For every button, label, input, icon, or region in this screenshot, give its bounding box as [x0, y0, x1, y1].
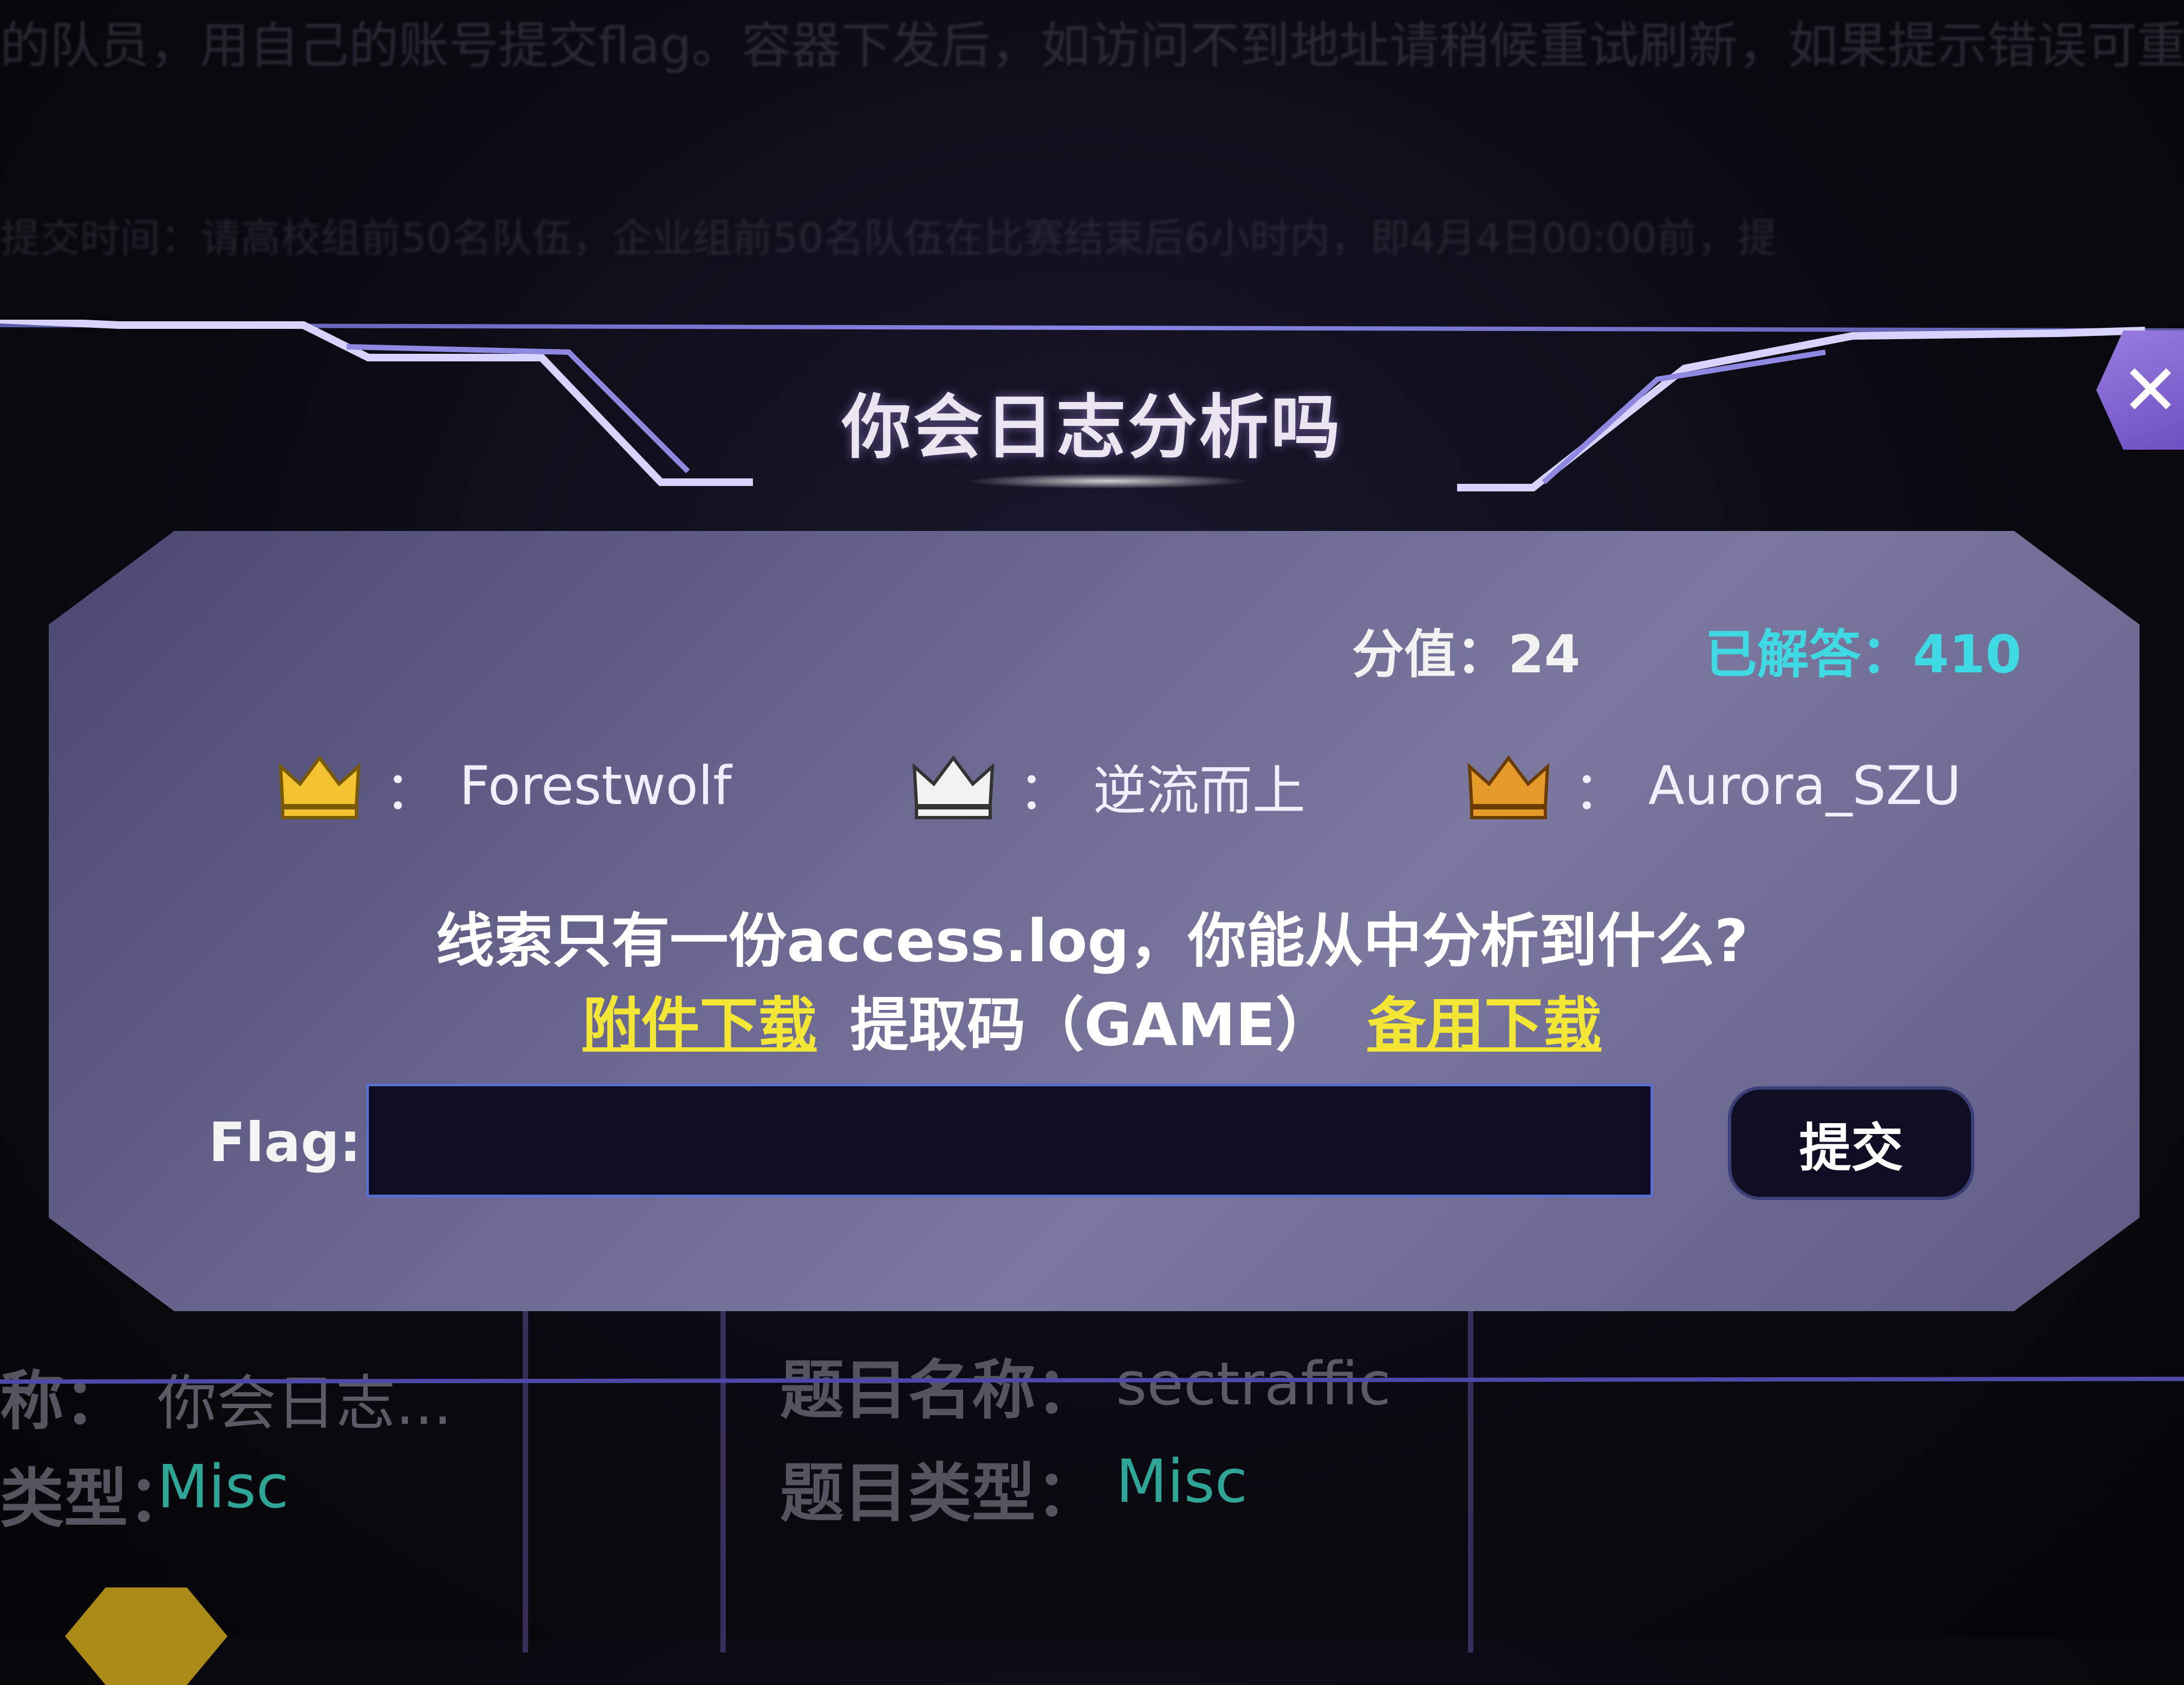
card1-type-value: Misc — [157, 1452, 289, 1521]
challenge-modal: 你会日志分析吗 ✕ 分值：24 已解答：410 ： Forestwolf ： 逆… — [0, 320, 2184, 1392]
backup-download-link[interactable]: 备用下载 — [1367, 991, 1601, 1059]
flag-input[interactable] — [366, 1084, 1653, 1197]
modal-title: 你会日志分析吗 — [841, 387, 1342, 468]
download-links: 附件下载 提取码（GAME） 备用下载 — [0, 978, 2184, 1062]
rank-separator: ： — [1574, 760, 1627, 822]
rank-third: ： Aurora_SZU — [1465, 748, 1961, 825]
submit-button[interactable]: 提交 — [1728, 1086, 1974, 1200]
background-notice-text: 的队员，用自己的账号提交flag。容器下发后，如访问不到地址请稍候重试刷新，如果… — [0, 17, 2184, 75]
background-time-text: 提交时间：请高校组前50名队伍，企业组前50名队伍在比赛结束后6小时内，即4月4… — [0, 215, 1777, 262]
rank-first: ： Forestwolf — [276, 748, 732, 825]
card2-type-value: Misc — [1116, 1447, 1248, 1516]
rank-separator: ： — [1018, 760, 1072, 822]
score-text: 分值：24 — [1352, 624, 1581, 685]
challenge-stats: 分值：24 已解答：410 — [1352, 612, 2021, 688]
flag-label: Flag: — [209, 1111, 361, 1174]
bronze-crown-icon — [1467, 755, 1550, 819]
challenge-description: 线索只有一份access.log，你能从中分析到什么? — [435, 908, 1748, 975]
rank-first-name: Forestwolf — [459, 755, 732, 817]
rank-separator: ： — [385, 760, 438, 822]
gold-crown-icon — [278, 755, 361, 819]
extraction-code-text: 提取码（GAME） — [850, 991, 1334, 1059]
rank-second-name: 逆流而上 — [1093, 760, 1306, 822]
first-blood-ranking: ： Forestwolf ： 逆流而上 ： Aurora_SZU — [0, 748, 2184, 840]
card2-type-label: 题目类型： — [780, 1456, 1100, 1531]
solved-count-text: 已解答：410 — [1705, 624, 2021, 685]
close-icon: ✕ — [2121, 349, 2180, 431]
silver-crown-icon — [912, 755, 994, 819]
rank-third-name: Aurora_SZU — [1648, 755, 1961, 817]
attachment-download-link[interactable]: 附件下载 — [583, 991, 817, 1059]
rank-second: ： 逆流而上 — [910, 748, 1305, 825]
